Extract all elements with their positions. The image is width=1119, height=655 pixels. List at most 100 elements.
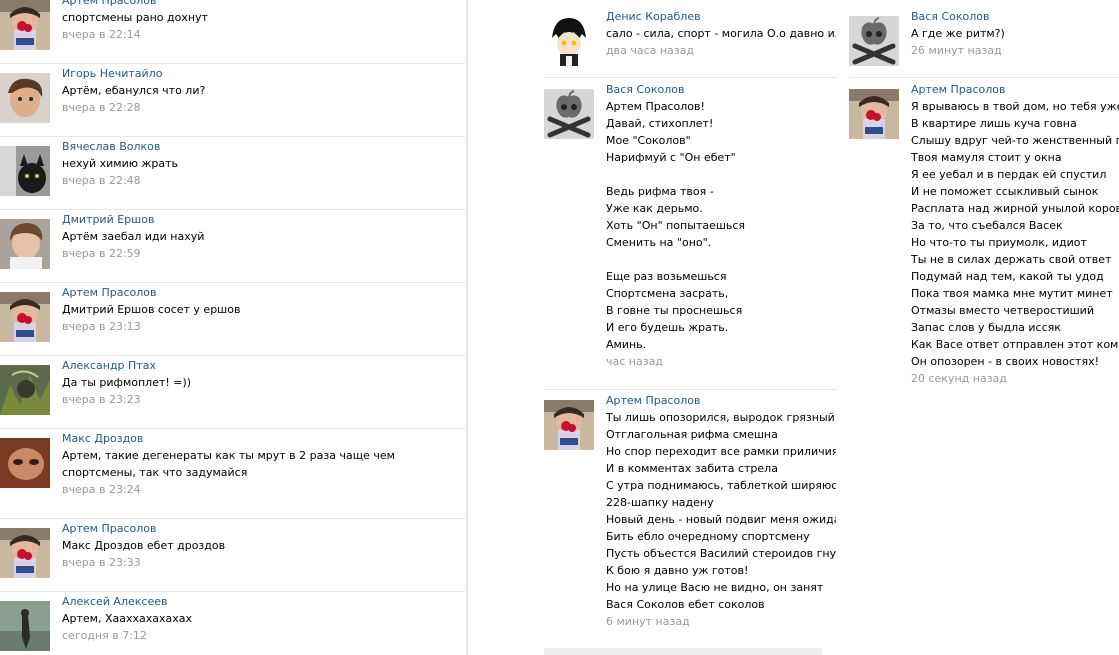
comments-column-left: Артем Прасолов спортсмены рано дохнут вчер…	[0, 0, 465, 655]
avatar-image	[0, 601, 50, 651]
avatar-image	[0, 73, 50, 123]
avatar-image	[0, 219, 50, 269]
comments-footer-bar[interactable]	[544, 648, 822, 655]
avatar[interactable]	[0, 0, 50, 50]
avatar[interactable]	[0, 528, 50, 578]
comment-divider	[849, 77, 1119, 78]
avatar-image	[0, 292, 50, 342]
comment-text: Артём заебал иди нахуй	[62, 230, 205, 243]
comments-column-middle: Денис Кораблев сало - сила, спорт - могил…	[544, 0, 836, 655]
comment-author-link[interactable]: Артем Прасолов	[606, 392, 836, 409]
comment-body: Вася Соколов Артем Прасолов! Давай, стихо…	[606, 81, 836, 370]
comment-body: Артем Прасолов Я врываюсь в твой дом, но …	[911, 81, 1119, 387]
avatar[interactable]	[0, 292, 50, 342]
comment-body: Артем Прасолов Макс Дроздов ебет дроздов в…	[62, 520, 465, 571]
comment-body: Артем Прасолов Ты лишь опозорился, выродо…	[606, 392, 836, 630]
comment-divider	[0, 63, 465, 64]
comment-timestamp[interactable]: вчера в 22:28	[62, 99, 465, 116]
comment-timestamp[interactable]: 20 секунд назад	[911, 370, 1119, 387]
avatar[interactable]	[0, 146, 50, 196]
comment-timestamp[interactable]: два часа назад	[606, 42, 836, 59]
comment-timestamp[interactable]: вчера в 23:33	[62, 554, 465, 571]
comment-body: Вячеслав Волков нехуй химию жрать вчера в …	[62, 138, 465, 189]
comments-column-right: Вася Соколов А где же ритм?) 26 минут наза…	[849, 0, 1119, 655]
avatar[interactable]	[0, 219, 50, 269]
avatar-image	[849, 16, 899, 66]
comment-author-link[interactable]: Денис Кораблев	[606, 8, 836, 25]
avatar[interactable]	[0, 73, 50, 123]
comment-divider	[544, 389, 836, 390]
comment-body: Александр Птах Да ты рифмоплет! =)) вчера …	[62, 357, 465, 408]
comment-body: Денис Кораблев сало - сила, спорт - могил…	[606, 8, 836, 59]
avatar[interactable]	[849, 16, 899, 66]
avatar-image	[0, 528, 50, 578]
comment-text: Артём, ебанулся что ли?	[62, 84, 206, 97]
comment-author-link[interactable]: Макс Дроздов	[62, 430, 465, 447]
comment-timestamp[interactable]: вчера в 23:13	[62, 318, 465, 335]
avatar-image	[849, 89, 899, 139]
comment-timestamp[interactable]: 26 минут назад	[911, 42, 1119, 59]
avatar-image	[0, 365, 50, 415]
comment-text: Я врываюсь в твой дом, но тебя уже нет В…	[911, 100, 1119, 368]
comment-author-link[interactable]: Артем Прасолов	[62, 520, 465, 537]
comment-author-link[interactable]: Вася Соколов	[606, 81, 836, 98]
comment-body: Артем Прасолов Дмитрий Ершов сосет у ершо…	[62, 284, 465, 335]
comment-text: Артем Прасолов! Давай, стихоплет! Мое "С…	[606, 100, 746, 351]
comment-body: Макс Дроздов Артем, такие дегенераты как …	[62, 430, 465, 498]
comment-timestamp[interactable]: час назад	[606, 353, 836, 370]
comment-text: нехуй химию жрать	[62, 157, 179, 170]
column-separator	[466, 0, 468, 655]
comment-author-link[interactable]: Дмитрий Ершов	[62, 211, 465, 228]
avatar-image	[544, 16, 594, 66]
comment-timestamp[interactable]: 6 минут назад	[606, 613, 836, 630]
comment-text: А где же ритм?)	[911, 27, 1005, 40]
avatar[interactable]	[849, 89, 899, 139]
comment-body: Игорь Нечитайло Артём, ебанулся что ли? вч…	[62, 65, 465, 116]
avatar[interactable]	[544, 400, 594, 450]
avatar[interactable]	[544, 89, 594, 139]
comment-divider	[0, 591, 465, 592]
comment-text: Дмитрий Ершов сосет у ершов	[62, 303, 241, 316]
comment-timestamp[interactable]: вчера в 22:48	[62, 172, 465, 189]
comment-timestamp[interactable]: сегодня в 7:12	[62, 627, 465, 644]
avatar-image	[0, 438, 50, 488]
comment-divider	[0, 282, 465, 283]
avatar-image	[0, 0, 50, 50]
comment-text: Артем, Хааххахахахах	[62, 612, 193, 625]
comment-timestamp[interactable]: вчера в 23:23	[62, 391, 465, 408]
comment-author-link[interactable]: Артем Прасолов	[62, 284, 465, 301]
comment-text: спортсмены рано дохнут	[62, 11, 208, 24]
avatar[interactable]	[0, 438, 50, 488]
comment-timestamp[interactable]: вчера в 22:59	[62, 245, 465, 262]
comment-author-link[interactable]: Вася Соколов	[911, 8, 1119, 25]
comment-divider	[544, 77, 836, 78]
comment-body: Вася Соколов А где же ритм?) 26 минут наза…	[911, 8, 1119, 59]
comment-divider	[0, 518, 465, 519]
comment-author-link[interactable]: Александр Птах	[62, 357, 465, 374]
comment-text: Макс Дроздов ебет дроздов	[62, 539, 226, 552]
comment-text: сало - сила, спорт - могила О.о давно из…	[606, 27, 836, 40]
avatar[interactable]	[544, 16, 594, 66]
comment-author-link[interactable]: Артем Прасолов	[62, 0, 465, 9]
comment-timestamp[interactable]: вчера в 22:14	[62, 26, 465, 43]
comment-divider	[0, 428, 465, 429]
comment-body: Алексей Алексеев Артем, Хааххахахахах сего…	[62, 593, 465, 644]
avatar[interactable]	[0, 601, 50, 651]
comment-divider	[0, 355, 465, 356]
avatar[interactable]	[0, 365, 50, 415]
comment-author-link[interactable]: Вячеслав Волков	[62, 138, 465, 155]
comment-divider	[0, 209, 465, 210]
comment-author-link[interactable]: Артем Прасолов	[911, 81, 1119, 98]
comment-timestamp[interactable]: вчера в 23:24	[62, 481, 465, 498]
comment-text: Да ты рифмоплет! =))	[62, 376, 192, 389]
avatar-image	[0, 146, 50, 196]
comment-divider	[0, 136, 465, 137]
comment-author-link[interactable]: Алексей Алексеев	[62, 593, 465, 610]
avatar-image	[544, 400, 594, 450]
comment-body: Дмитрий Ершов Артём заебал иди нахуй вчера…	[62, 211, 465, 262]
avatar-image	[544, 89, 594, 139]
comment-text: Ты лишь опозорился, выродок грязный Отгл…	[606, 411, 836, 611]
comment-author-link[interactable]: Игорь Нечитайло	[62, 65, 465, 82]
comment-body: Артем Прасолов спортсмены рано дохнут вчер…	[62, 0, 465, 43]
comment-text: Артем, такие дегенераты как ты мрут в 2 …	[62, 449, 395, 479]
